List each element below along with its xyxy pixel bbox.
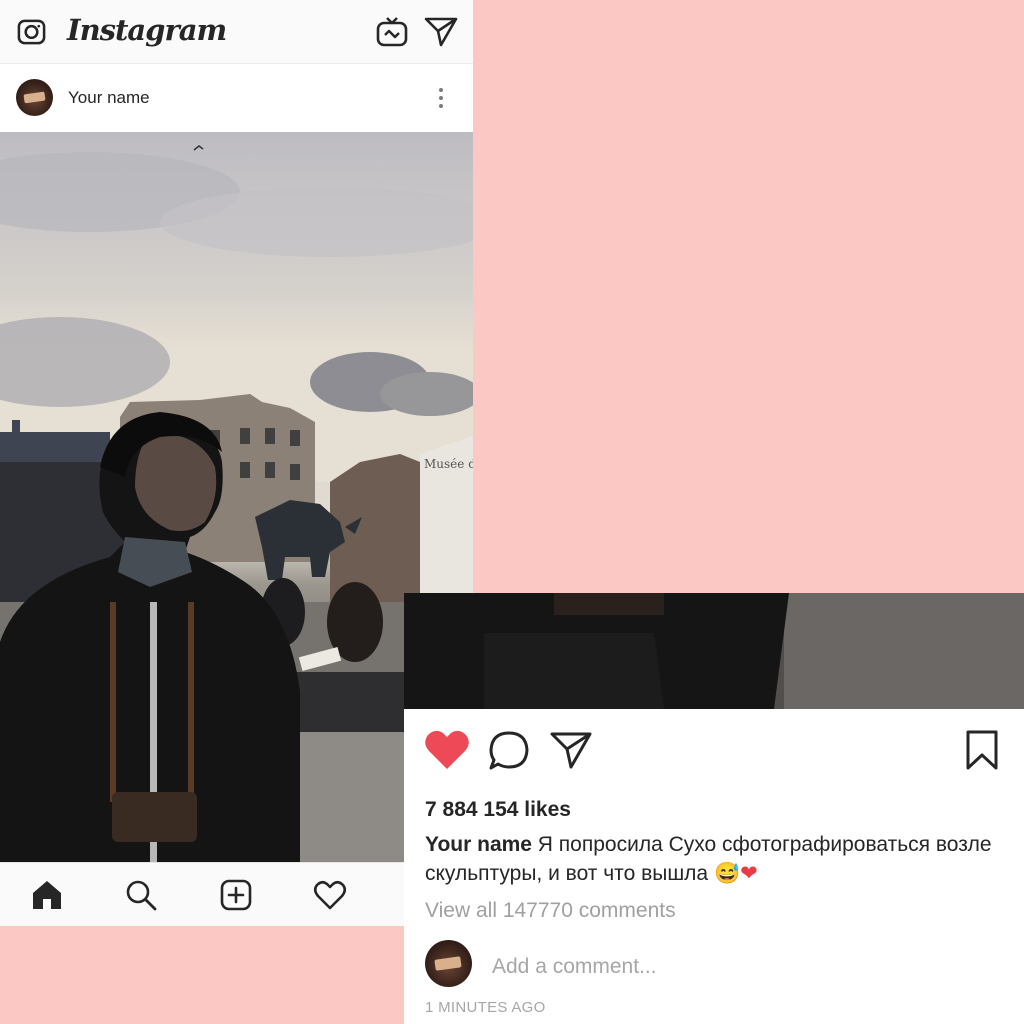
post-photo[interactable]: Musée d'O (0, 132, 473, 862)
post-header: Your name (0, 64, 473, 132)
post-caption: Your name Я попросила Сухо сфотографиров… (425, 830, 1015, 888)
bottom-nav (0, 862, 404, 926)
post-username[interactable]: Your name (68, 88, 150, 108)
more-options-icon[interactable] (434, 86, 448, 110)
bookmark-icon[interactable] (965, 729, 999, 771)
comment-icon[interactable] (488, 730, 530, 772)
commenter-avatar (425, 940, 472, 987)
post-timestamp: 1 MINUTES AGO (425, 999, 546, 1016)
like-heart-icon[interactable] (424, 729, 470, 771)
activity-heart-icon[interactable] (313, 878, 347, 912)
museum-sign-text: Musée d'O (424, 457, 473, 471)
direct-message-icon[interactable] (424, 15, 458, 47)
search-icon[interactable] (124, 878, 158, 912)
sweat-smile-emoji: 😅 (713, 862, 741, 885)
igtv-icon[interactable] (375, 14, 409, 48)
likes-count[interactable]: 7 884 154 likes (425, 798, 571, 822)
caption-username[interactable]: Your name (425, 833, 532, 856)
view-all-comments-link[interactable]: View all 147770 comments (425, 899, 676, 923)
top-bar: Instagram (0, 0, 473, 64)
share-icon[interactable] (550, 730, 592, 770)
post-photo-crop (404, 593, 1024, 709)
app-title: Instagram (67, 13, 227, 47)
red-heart-emoji: ❤ (740, 862, 758, 885)
add-comment-input[interactable] (492, 953, 972, 981)
home-icon[interactable] (30, 878, 64, 912)
avatar[interactable] (16, 79, 53, 116)
post-details-panel: 7 884 154 likes Your name Я попросила Су… (404, 709, 1024, 1024)
camera-icon[interactable] (16, 16, 47, 47)
add-post-icon[interactable] (219, 878, 253, 912)
